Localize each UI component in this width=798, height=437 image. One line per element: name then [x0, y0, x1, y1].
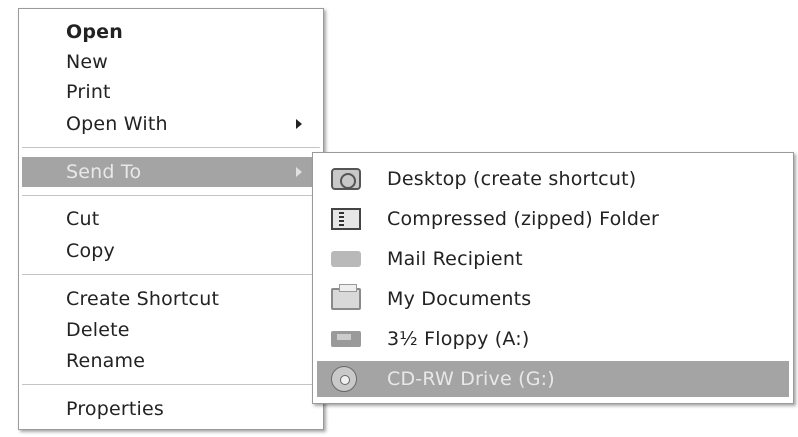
menu-item-delete[interactable]: Delete: [22, 315, 320, 345]
menu-item-label: Delete: [66, 319, 130, 341]
menu-item-label: New: [66, 51, 109, 73]
my-documents-icon: [331, 284, 361, 310]
send-to-submenu: Desktop (create shortcut) Compressed (zi…: [312, 152, 794, 404]
menu-item-rename[interactable]: Rename: [22, 346, 320, 376]
menu-item-label: Cut: [66, 208, 100, 230]
menu-item-properties[interactable]: Properties: [22, 394, 320, 424]
menu-item-label: Copy: [66, 240, 115, 262]
send-to-floppy[interactable]: 3½ Floppy (A:): [317, 321, 789, 357]
submenu-item-label: My Documents: [387, 288, 532, 310]
submenu-arrow-icon: [296, 167, 302, 177]
cd-drive-icon: [331, 366, 357, 392]
send-to-desktop[interactable]: Desktop (create shortcut): [317, 161, 789, 197]
menu-item-label: Properties: [66, 398, 165, 420]
context-menu: Open New Print Open With Send To Cut Cop…: [18, 8, 324, 430]
submenu-item-label: Compressed (zipped) Folder: [387, 208, 660, 230]
menu-separator: [22, 195, 320, 196]
submenu-item-label: Desktop (create shortcut): [387, 168, 637, 190]
menu-item-label: Open: [66, 21, 123, 43]
menu-item-label: Send To: [66, 161, 142, 183]
menu-separator: [22, 147, 320, 148]
menu-item-label: Print: [66, 81, 111, 103]
send-to-cd-rw-drive[interactable]: CD-RW Drive (G:): [317, 361, 789, 397]
desktop-icon: [331, 168, 361, 190]
menu-item-cut[interactable]: Cut: [22, 204, 320, 234]
send-to-mail-recipient[interactable]: Mail Recipient: [317, 241, 789, 277]
menu-item-label: Create Shortcut: [66, 288, 220, 310]
submenu-item-label: 3½ Floppy (A:): [387, 328, 530, 350]
submenu-item-label: Mail Recipient: [387, 248, 523, 270]
menu-item-open-with[interactable]: Open With: [22, 109, 320, 139]
menu-item-send-to[interactable]: Send To: [22, 157, 320, 187]
menu-item-copy[interactable]: Copy: [22, 236, 320, 266]
floppy-drive-icon: [331, 331, 361, 347]
send-to-my-documents[interactable]: My Documents: [317, 281, 789, 317]
submenu-item-label: CD-RW Drive (G:): [387, 368, 555, 390]
zip-folder-icon: [331, 208, 361, 230]
send-to-compressed-folder[interactable]: Compressed (zipped) Folder: [317, 201, 789, 237]
submenu-arrow-icon: [296, 119, 302, 129]
menu-item-print[interactable]: Print: [22, 77, 320, 107]
menu-item-create-shortcut[interactable]: Create Shortcut: [22, 284, 320, 314]
menu-item-open[interactable]: Open: [22, 17, 320, 47]
menu-item-label: Open With: [66, 113, 168, 135]
mail-icon: [331, 251, 361, 267]
menu-item-new[interactable]: New: [22, 47, 320, 77]
menu-separator: [22, 384, 320, 385]
menu-separator: [22, 274, 320, 275]
menu-item-label: Rename: [66, 350, 146, 372]
